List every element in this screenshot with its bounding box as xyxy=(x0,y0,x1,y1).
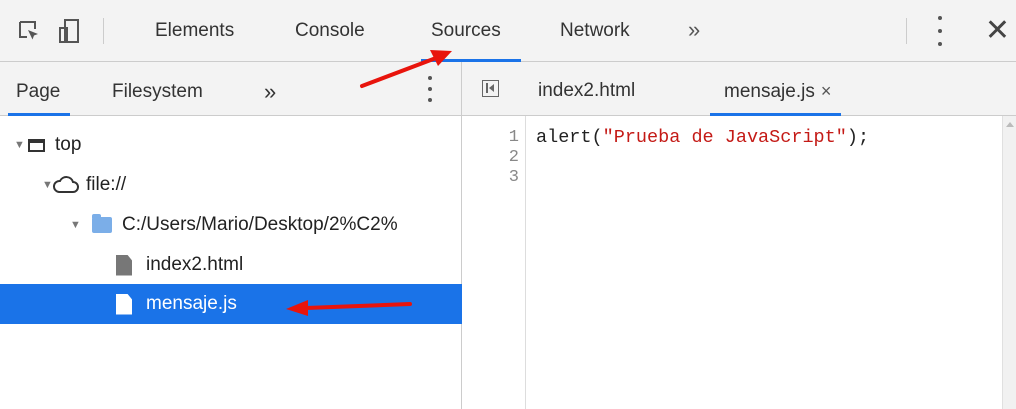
toolbar-divider xyxy=(906,18,907,44)
cloud-icon xyxy=(53,176,79,193)
frame-icon xyxy=(28,138,45,152)
tab-sources[interactable]: Sources xyxy=(421,0,521,62)
code-string: "Prueba de JavaScript" xyxy=(602,127,847,148)
close-devtools-button[interactable]: ✕ xyxy=(985,0,1010,62)
line-number: 3 xyxy=(508,168,519,187)
expand-triangle-icon[interactable]: ▼ xyxy=(70,219,92,231)
file-icon xyxy=(116,255,132,276)
sources-navigator: Page Filesystem » ▼ top ▼ file:// ▼ C:/U… xyxy=(0,62,577,409)
inspect-element-icon[interactable] xyxy=(14,14,44,48)
toolbar-divider xyxy=(103,18,104,44)
code-text: ); xyxy=(846,127,870,148)
tab-network[interactable]: Network xyxy=(560,0,630,62)
more-tabs-chevron-icon[interactable]: » xyxy=(688,0,700,62)
tab-elements[interactable]: Elements xyxy=(155,0,234,62)
line-number: 1 xyxy=(508,128,519,147)
expand-triangle-icon[interactable]: ▼ xyxy=(42,179,53,191)
tree-item-folder[interactable]: ▼ C:/Users/Mario/Desktop/2%C2% xyxy=(0,205,531,245)
tab-console[interactable]: Console xyxy=(295,0,365,62)
editor-scrollbar[interactable] xyxy=(1002,116,1016,409)
expand-triangle-icon[interactable]: ▼ xyxy=(14,139,28,151)
tree-item-label: index2.html xyxy=(146,254,244,275)
editor-tabs: index2.html mensaje.js × xyxy=(462,62,1016,116)
toggle-navigator-icon[interactable] xyxy=(482,80,499,97)
tree-item-label: top xyxy=(55,134,82,155)
folder-icon xyxy=(92,214,112,233)
customize-menu-icon[interactable] xyxy=(937,16,943,46)
editor-tab-label: mensaje.js xyxy=(724,81,815,102)
tab-page[interactable]: Page xyxy=(7,62,71,116)
tab-index2-html[interactable]: index2.html xyxy=(538,62,635,116)
device-toolbar-icon[interactable] xyxy=(54,14,84,48)
more-navigator-tabs-chevron-icon[interactable]: » xyxy=(264,62,276,116)
code-line[interactable]: alert("Prueba de JavaScript"); xyxy=(536,128,869,148)
line-number-gutter: 1 2 3 xyxy=(462,116,526,409)
tab-mensaje-js[interactable]: mensaje.js × xyxy=(709,62,842,116)
tree-item-label: C:/Users/Mario/Desktop/2%C2% xyxy=(122,214,398,235)
navigator-menu-icon[interactable] xyxy=(427,76,433,102)
devtools-toolbar: Elements Console Sources Network » ✕ xyxy=(0,0,1016,62)
navigator-tabs: Page Filesystem » xyxy=(0,62,461,116)
line-number: 2 xyxy=(508,148,519,167)
close-tab-icon[interactable]: × xyxy=(821,81,832,101)
tree-item-label: file:// xyxy=(86,174,127,195)
tree-item-top[interactable]: ▼ top xyxy=(0,125,475,165)
tree-item-origin[interactable]: ▼ file:// xyxy=(0,165,503,205)
code-text: alert( xyxy=(536,127,603,148)
tab-filesystem[interactable]: Filesystem xyxy=(112,62,203,116)
file-icon xyxy=(116,294,132,315)
source-editor: index2.html mensaje.js × 1 2 3 alert("Pru… xyxy=(462,62,1016,409)
tree-item-label: mensaje.js xyxy=(146,293,237,314)
